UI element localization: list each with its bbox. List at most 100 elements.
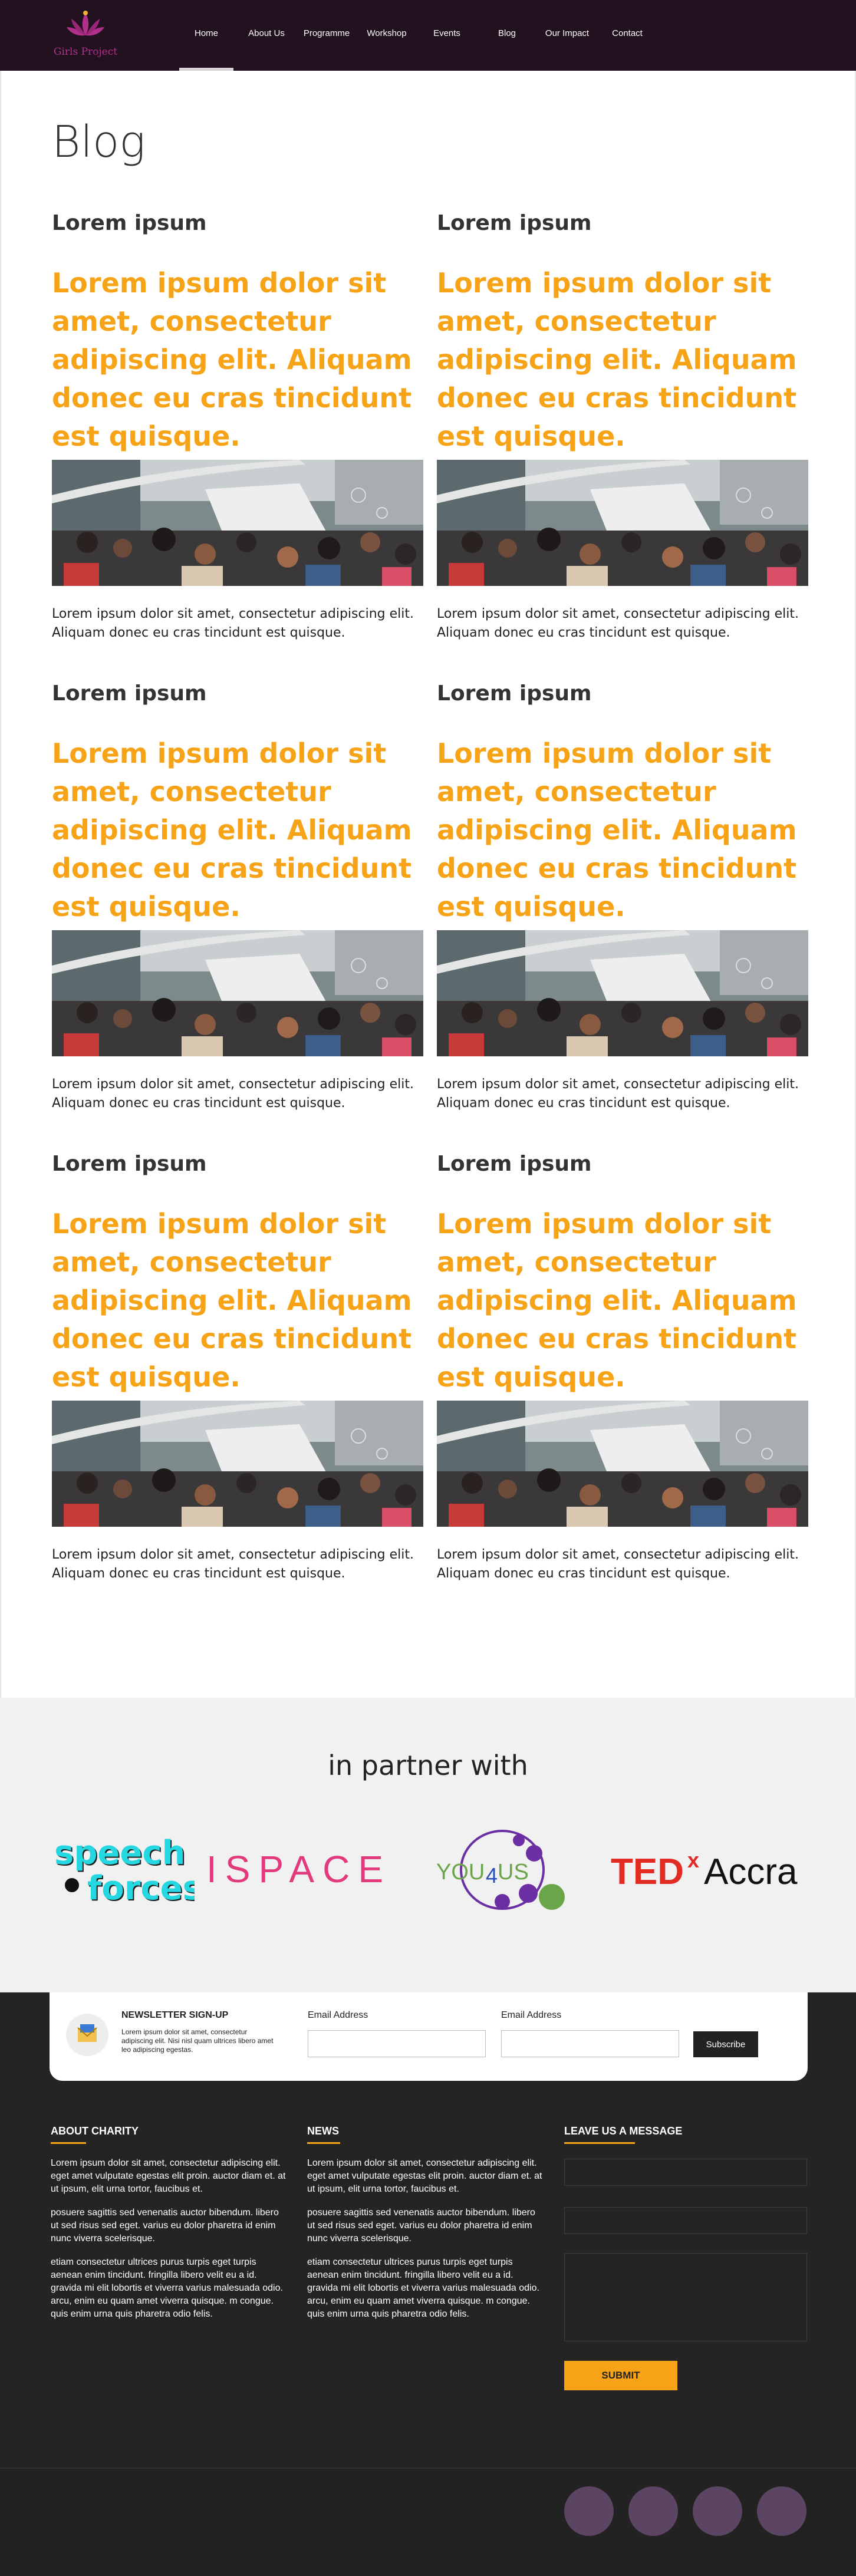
blog-post-card[interactable]: Lorem ipsum Lorem ipsum dolor sit amet, … (52, 211, 423, 643)
news-paragraph: etiam consectetur ultrices purus turpis … (307, 2257, 539, 2319)
footer-about-column: ABOUT CHARITY Lorem ipsum dolor sit amet… (51, 2125, 287, 2321)
footer-message-column: LEAVE US A MESSAGE (564, 2125, 800, 2144)
speech-forces-word2-shadow: forces (87, 1869, 195, 1908)
post-headline: Lorem ipsum dolor sit amet, consectetur … (52, 267, 412, 452)
post-excerpt: Lorem ipsum dolor sit amet, consectetur … (437, 1547, 799, 1581)
about-paragraph: Lorem ipsum dolor sit amet, consectetur … (51, 2158, 286, 2194)
blog-post-card[interactable]: Lorem ipsum Lorem ipsum dolor sit amet, … (437, 681, 808, 1113)
crowd-photo (437, 1401, 808, 1527)
post-headline: Lorem ipsum dolor sit amet, consectetur … (437, 737, 797, 923)
news-heading: NEWS (307, 2125, 339, 2137)
post-title: Lorem ipsum (52, 211, 207, 235)
newsletter-icon (66, 2014, 108, 2056)
blog-post-card[interactable]: Lorem ipsum Lorem ipsum dolor sit amet, … (437, 1152, 808, 1583)
news-paragraph: Lorem ipsum dolor sit amet, consectetur … (307, 2158, 542, 2194)
post-excerpt: Lorem ipsum dolor sit amet, consectetur … (52, 1077, 414, 1111)
linkedin-icon[interactable] (757, 2486, 806, 2536)
crowd-photo (437, 460, 808, 586)
post-image[interactable] (52, 1401, 423, 1527)
nav-item-our-impact[interactable]: Our Impact (538, 0, 597, 71)
heading-underline (564, 2142, 635, 2144)
post-title: Lorem ipsum (52, 1152, 207, 1176)
speech-forces-word1-shadow: speech (54, 1834, 185, 1872)
post-headline: Lorem ipsum dolor sit amet, consectetur … (437, 267, 797, 452)
post-excerpt: Lorem ipsum dolor sit amet, consectetur … (437, 1077, 799, 1111)
you4us-us: US (498, 1860, 529, 1885)
about-paragraph: etiam consectetur ultrices purus turpis … (51, 2257, 283, 2319)
lotus-icon (67, 11, 104, 36)
about-heading: ABOUT CHARITY (51, 2125, 139, 2137)
nav-item-workshop[interactable]: Workshop (357, 0, 416, 71)
post-headline: Lorem ipsum dolor sit amet, consectetur … (437, 1208, 797, 1393)
message-email-field[interactable] (564, 2207, 807, 2234)
tedx-x: x (687, 1848, 699, 1872)
tedx-city: Accra (704, 1852, 798, 1892)
crowd-photo (52, 1401, 423, 1527)
blog-post-card[interactable]: Lorem ipsum Lorem ipsum dolor sit amet, … (437, 211, 808, 643)
ispace-logo[interactable]: ISPACE (206, 1848, 389, 1892)
nav-item-programme[interactable]: Programme (297, 0, 356, 71)
post-headline: Lorem ipsum dolor sit amet, consectetur … (52, 1208, 412, 1393)
instagram-icon[interactable] (693, 2486, 742, 2536)
post-image[interactable] (52, 930, 423, 1056)
facebook-icon[interactable] (564, 2486, 614, 2536)
email-label-2: Email Address (501, 2010, 562, 2020)
about-paragraph: posuere sagittis sed venenatis auctor bi… (51, 2208, 279, 2244)
post-title: Lorem ipsum (437, 211, 592, 235)
newsletter-signup: NEWSLETTER SIGN-UP Lorem ipsum dolor sit… (50, 1992, 808, 2081)
ispace-logo-text: ISPACE (206, 1848, 389, 1889)
main-nav: Home About Us Programme Workshop Events … (177, 0, 658, 71)
crowd-photo (437, 930, 808, 1056)
tedx-ted: TED (611, 1852, 684, 1892)
heading-underline (307, 2142, 340, 2144)
page-title: Blog (52, 117, 146, 167)
newsletter-title: NEWSLETTER SIGN-UP (121, 2010, 229, 2020)
partners-section: in partner with speech speech forces for… (0, 1698, 856, 1992)
partners-title: in partner with (328, 1750, 528, 1781)
crowd-photo (52, 460, 423, 586)
email-input-1[interactable] (308, 2030, 486, 2057)
you4us-logo[interactable]: YOU 4 US (436, 1825, 578, 1916)
post-headline: Lorem ipsum dolor sit amet, consectetur … (52, 737, 412, 923)
post-image[interactable] (52, 460, 423, 586)
footer-bottom-bar (0, 2468, 856, 2576)
post-image[interactable] (437, 1401, 808, 1527)
twitter-icon[interactable] (628, 2486, 678, 2536)
blog-main: Blog Lorem ipsum Lorem ipsum dolor sit a… (0, 71, 856, 1698)
post-title: Lorem ipsum (437, 681, 592, 706)
nav-item-contact[interactable]: Contact (598, 0, 657, 71)
top-navbar: Girls Project Home About Us Programme Wo… (0, 0, 856, 71)
post-excerpt: Lorem ipsum dolor sit amet, consectetur … (437, 607, 799, 640)
submit-button[interactable]: SUBMIT (564, 2361, 677, 2390)
subscribe-button[interactable]: Subscribe (693, 2031, 758, 2057)
site-footer: NEWSLETTER SIGN-UP Lorem ipsum dolor sit… (0, 1992, 856, 2576)
post-excerpt: Lorem ipsum dolor sit amet, consectetur … (52, 1547, 414, 1581)
post-title: Lorem ipsum (52, 681, 207, 706)
post-image[interactable] (437, 930, 808, 1056)
newsletter-description: Lorem ipsum dolor sit amet, consectetur … (121, 2028, 274, 2054)
nav-item-blog[interactable]: Blog (478, 0, 536, 71)
site-logo[interactable]: Girls Project (47, 8, 124, 61)
heading-underline (51, 2142, 86, 2144)
post-image[interactable] (437, 460, 808, 586)
email-input-2[interactable] (501, 2030, 679, 2057)
logo-text: Girls Project (53, 46, 118, 58)
news-paragraph: posuere sagittis sed venenatis auctor bi… (307, 2208, 535, 2244)
post-excerpt: Lorem ipsum dolor sit amet, consectetur … (52, 607, 414, 640)
you4us-you: YOU (436, 1860, 485, 1885)
blog-post-card[interactable]: Lorem ipsum Lorem ipsum dolor sit amet, … (52, 681, 423, 1113)
tedx-accra-logo[interactable]: TED x Accra (611, 1843, 811, 1898)
you4us-four: 4 (486, 1863, 498, 1887)
crowd-photo (52, 930, 423, 1056)
post-title: Lorem ipsum (437, 1152, 592, 1176)
nav-item-home[interactable]: Home (177, 0, 236, 71)
speech-forces-logo[interactable]: speech speech forces forces (53, 1831, 203, 1912)
message-body-field[interactable] (564, 2253, 807, 2341)
email-label-1: Email Address (308, 2010, 368, 2020)
nav-item-events[interactable]: Events (417, 0, 476, 71)
footer-news-column: NEWS Lorem ipsum dolor sit amet, consect… (307, 2125, 543, 2321)
nav-item-about-us[interactable]: About Us (237, 0, 296, 71)
message-heading: LEAVE US A MESSAGE (564, 2125, 683, 2137)
message-name-field[interactable] (564, 2159, 807, 2186)
blog-post-card[interactable]: Lorem ipsum Lorem ipsum dolor sit amet, … (52, 1152, 423, 1583)
